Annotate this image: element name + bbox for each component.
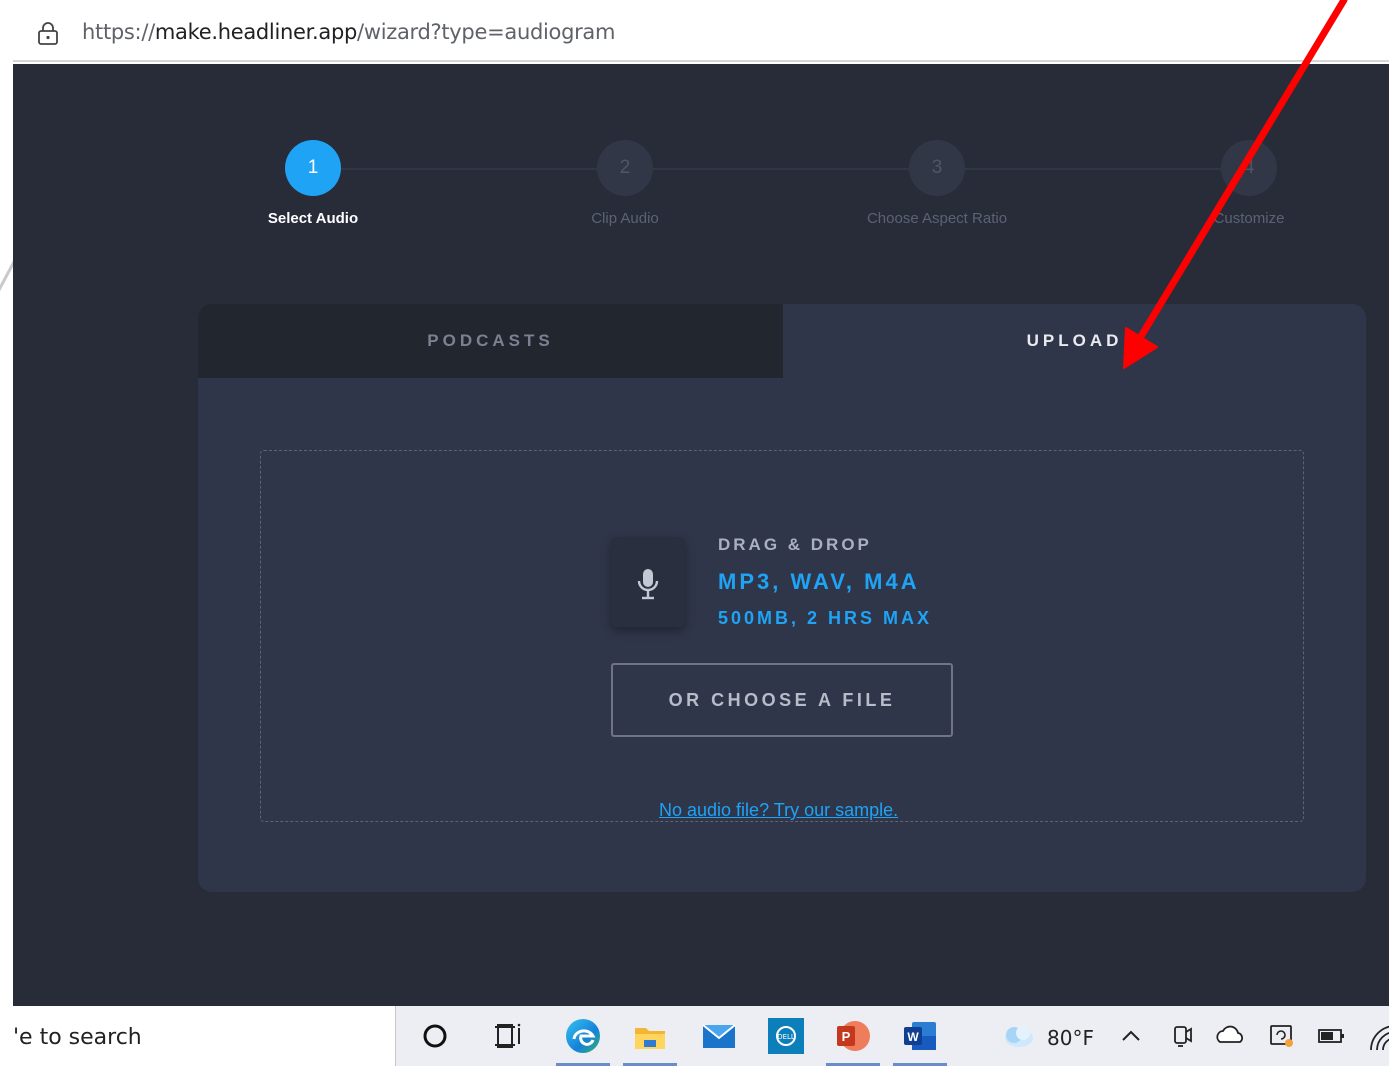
step-label: Choose Aspect Ratio	[866, 210, 1008, 227]
url-path: /wizard?type=audiogram	[357, 20, 616, 44]
powerpoint-icon[interactable]: P	[833, 1016, 873, 1056]
step-label: Clip Audio	[591, 210, 659, 227]
lock-icon[interactable]	[37, 21, 59, 45]
left-margin	[0, 64, 26, 1006]
supported-formats: MP3, WAV, M4A	[718, 569, 920, 594]
microphone-tile	[611, 537, 685, 627]
choose-file-button[interactable]: OR CHOOSE A FILE	[611, 663, 953, 737]
step-number: 2	[597, 140, 653, 196]
dell-icon[interactable]: DELL	[766, 1016, 806, 1056]
weather-icon[interactable]	[997, 1016, 1037, 1056]
step-label: Customize	[1213, 210, 1285, 227]
upload-dropzone[interactable]: DRAG & DROP MP3, WAV, M4A 500MB, 2 HRS M…	[260, 450, 1304, 822]
headliner-app: 1 Select Audio 2 Clip Audio 3 Choose Asp…	[13, 64, 1389, 1006]
chevron-up-icon[interactable]	[1111, 1016, 1151, 1056]
battery-icon[interactable]	[1311, 1016, 1351, 1056]
edge-icon[interactable]	[563, 1016, 603, 1056]
step-customize: 4 Customize	[1129, 140, 1369, 227]
svg-text:W: W	[907, 1030, 919, 1044]
meet-now-icon[interactable]	[1162, 1016, 1202, 1056]
step-number: 4	[1221, 140, 1277, 196]
svg-text:P: P	[842, 1029, 851, 1044]
step-choose-aspect-ratio: 3 Choose Aspect Ratio	[817, 140, 1057, 227]
word-icon[interactable]: W	[900, 1016, 940, 1056]
step-clip-audio: 2 Clip Audio	[505, 140, 745, 227]
mail-icon[interactable]	[699, 1016, 739, 1056]
cortana-icon[interactable]	[415, 1016, 455, 1056]
search-placeholder: 'e to search	[13, 1025, 142, 1050]
sample-audio-link[interactable]: No audio file? Try our sample.	[641, 800, 917, 821]
svg-text:DELL: DELL	[777, 1033, 795, 1041]
step-number: 1	[285, 140, 341, 196]
file-explorer-icon[interactable]	[630, 1016, 670, 1056]
windows-taskbar: 'e to search DELL P W 80°F	[13, 1006, 1389, 1066]
microphone-icon	[637, 569, 659, 600]
audio-source-card: PODCASTS UPLOAD DRAG & DROP MP3, WAV, M4…	[198, 304, 1366, 892]
wizard-stepper: 1 Select Audio 2 Clip Audio 3 Choose Asp…	[13, 140, 1389, 230]
wifi-icon[interactable]	[1361, 1016, 1389, 1056]
step-select-audio[interactable]: 1 Select Audio	[193, 140, 433, 227]
weather-temperature: 80°F	[1047, 1026, 1094, 1050]
task-view-icon[interactable]	[489, 1016, 529, 1056]
onedrive-icon[interactable]	[1211, 1016, 1251, 1056]
file-limits: 500MB, 2 HRS MAX	[718, 608, 933, 628]
step-number: 3	[909, 140, 965, 196]
url-prefix: https://	[82, 20, 155, 44]
browser-address-bar[interactable]: https://make.headliner.app/wizard?type=a…	[13, 6, 1389, 62]
url-text[interactable]: https://make.headliner.app/wizard?type=a…	[82, 20, 615, 44]
url-host: make.headliner.app	[154, 20, 358, 44]
tab-upload[interactable]: UPLOAD	[783, 304, 1366, 378]
stepper-line	[313, 168, 1249, 170]
drag-drop-title: DRAG & DROP	[718, 535, 872, 554]
tab-podcasts[interactable]: PODCASTS	[198, 304, 783, 378]
update-icon[interactable]	[1262, 1016, 1302, 1056]
step-label: Select Audio	[267, 210, 359, 227]
taskbar-search[interactable]: 'e to search	[13, 1006, 396, 1066]
